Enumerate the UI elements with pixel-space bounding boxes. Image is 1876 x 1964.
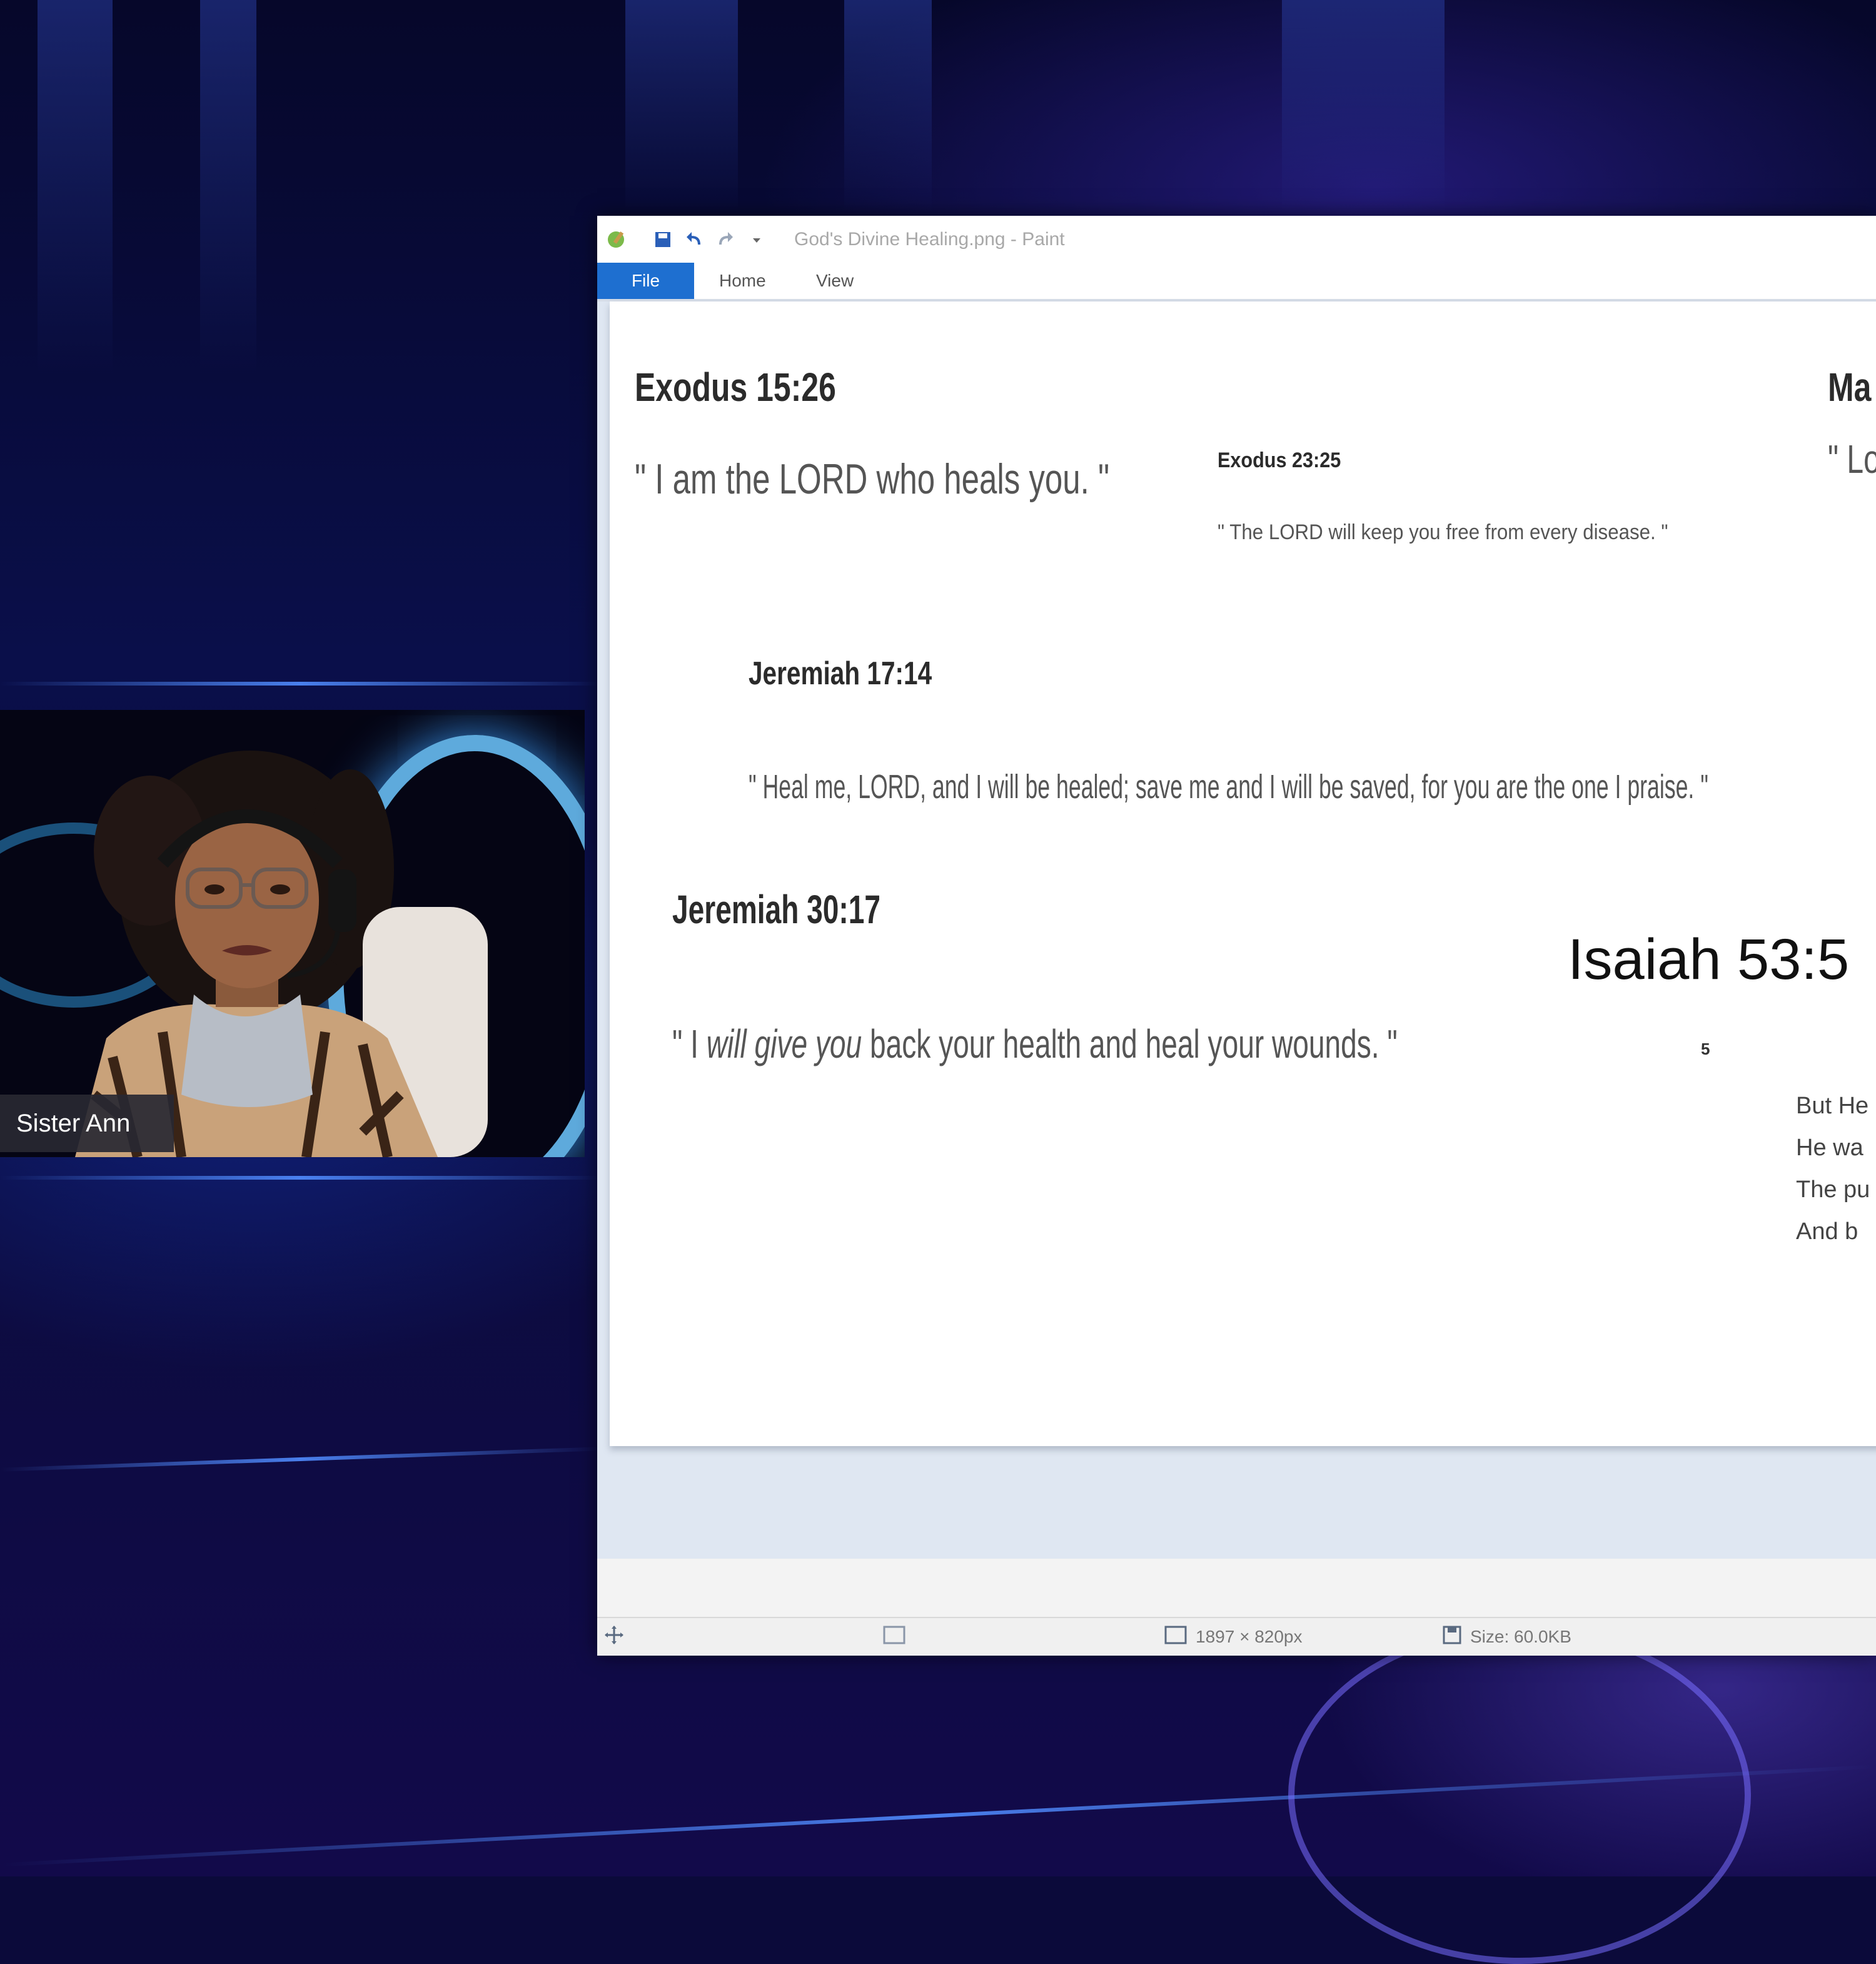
move-cursor-icon [603, 1624, 625, 1650]
status-bar: 1897 × 820px Size: 60.0KB [597, 1617, 1876, 1656]
matthew-reference-partial: Ma [1828, 365, 1872, 410]
isaiah-53-5-line-4: And b [1796, 1218, 1858, 1245]
tab-view[interactable]: View [816, 263, 854, 299]
jeremiah-17-14-verse: " Heal me, LORD, and I will be healed; s… [749, 768, 1708, 806]
redo-icon[interactable] [713, 227, 738, 252]
jeremiah-30-17-verse-rest: back your health and heal your wounds. " [862, 1021, 1398, 1066]
participant-video-tile[interactable]: Sister Ann [0, 710, 585, 1157]
tab-file[interactable]: File [597, 263, 694, 299]
exodus-15-26-reference: Exodus 15:26 [635, 365, 836, 410]
isaiah-53-5-verse-number: 5 [1701, 1040, 1710, 1058]
participant-name-label: Sister Ann [0, 1095, 174, 1152]
save-icon[interactable] [650, 227, 675, 252]
isaiah-53-5-line-2: He wa [1796, 1135, 1863, 1161]
canvas-area[interactable]: Exodus 15:26 " I am the LORD who heals y… [597, 301, 1876, 1559]
cursor-position [603, 1618, 625, 1656]
jeremiah-30-17-verse-open: " I [672, 1021, 707, 1066]
customize-toolbar-icon[interactable] [744, 227, 769, 252]
jeremiah-17-14-reference: Jeremiah 17:14 [749, 656, 932, 692]
dimensions-icon [1163, 1624, 1188, 1650]
ribbon-tabs: File Home View [597, 263, 1876, 301]
dimensions-text: 1897 × 820px [1196, 1627, 1303, 1646]
matthew-verse-partial: " Lo [1828, 437, 1876, 482]
image-dimensions: 1897 × 820px [1163, 1618, 1303, 1656]
exodus-23-25-verse: " The LORD will keep you free from every… [1218, 520, 1668, 544]
file-size-text: Size: 60.0KB [1470, 1627, 1571, 1646]
title-bar: God's Divine Healing.png - Paint [597, 216, 1876, 263]
file-size: Size: 60.0KB [1441, 1618, 1571, 1656]
exodus-23-25-reference: Exodus 23:25 [1218, 448, 1341, 472]
image-canvas[interactable]: Exodus 15:26 " I am the LORD who heals y… [610, 301, 1876, 1446]
window-title: God's Divine Healing.png - Paint [794, 228, 1065, 250]
isaiah-53-5-line-3: The pu [1796, 1177, 1870, 1203]
jeremiah-30-17-verse: " I will give you back your health and h… [672, 1021, 1398, 1067]
selection-size [882, 1618, 907, 1656]
isaiah-53-5-line-1: But He [1796, 1093, 1869, 1119]
undo-icon[interactable] [682, 227, 707, 252]
jeremiah-30-17-reference: Jeremiah 30:17 [672, 887, 881, 932]
exodus-15-26-verse: " I am the LORD who heals you. " [635, 455, 1110, 503]
tab-home[interactable]: Home [719, 263, 766, 299]
paint-app-icon [603, 227, 628, 252]
isaiah-53-5-reference: Isaiah 53:5 [1568, 928, 1850, 991]
jeremiah-30-17-verse-italic: will give you [706, 1021, 862, 1066]
selection-icon [882, 1624, 907, 1650]
paint-window[interactable]: God's Divine Healing.png - Paint File Ho… [597, 216, 1876, 1656]
disk-icon [1441, 1624, 1463, 1650]
